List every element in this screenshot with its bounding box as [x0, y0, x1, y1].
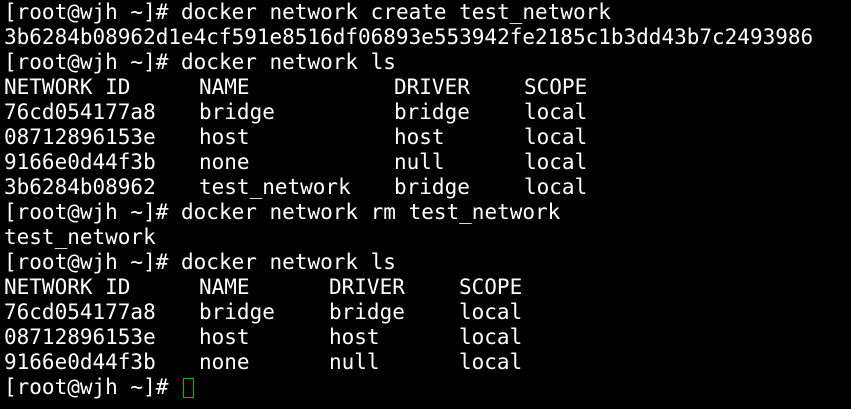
table-row: 3b6284b08962 test_network bridge local — [4, 175, 851, 200]
column-header-driver: DRIVER — [329, 275, 405, 299]
shell-prompt: [root@wjh ~]# — [4, 250, 182, 274]
output-removed-network: test_network — [4, 225, 156, 249]
command-line: [root@wjh ~]# docker network ls — [4, 50, 851, 75]
cell-name: bridge — [199, 100, 275, 124]
cell-network-id: 76cd054177a8 — [4, 300, 156, 324]
command-line: [root@wjh ~]# docker network ls — [4, 250, 851, 275]
cell-driver: bridge — [329, 300, 405, 324]
column-header-scope: SCOPE — [524, 75, 588, 99]
table-row: 9166e0d44f3b none null local — [4, 350, 851, 375]
active-command-line[interactable]: [root@wjh ~]# — [4, 375, 851, 400]
shell-prompt: [root@wjh ~]# — [4, 50, 182, 74]
cell-name: bridge — [199, 300, 275, 324]
command-text: docker network create test_network — [181, 0, 611, 24]
shell-prompt: [root@wjh ~]# — [4, 0, 182, 24]
column-header-name: NAME — [199, 275, 250, 299]
cell-scope: local — [524, 125, 588, 149]
column-header-network-id: NETWORK ID — [4, 75, 131, 99]
cell-name: host — [199, 125, 250, 149]
cell-driver: null — [394, 150, 445, 174]
cell-network-id: 76cd054177a8 — [4, 100, 156, 124]
column-header-name: NAME — [199, 75, 250, 99]
cell-scope: local — [524, 150, 588, 174]
cell-scope: local — [459, 300, 523, 324]
cell-name: none — [199, 350, 250, 374]
command-text: docker network ls — [181, 50, 396, 74]
table-row: 76cd054177a8 bridge bridge local — [4, 100, 851, 125]
command-text: docker network ls — [181, 250, 396, 274]
table-row: 08712896153e host host local — [4, 325, 851, 350]
column-header-driver: DRIVER — [394, 75, 470, 99]
cell-scope: local — [459, 325, 523, 349]
cell-scope: local — [459, 350, 523, 374]
column-header-network-id: NETWORK ID — [4, 275, 131, 299]
cell-driver: null — [329, 350, 380, 374]
cell-network-id: 9166e0d44f3b — [4, 150, 156, 174]
cell-name: test_network — [199, 175, 351, 199]
cell-name: host — [199, 325, 250, 349]
terminal-cursor[interactable] — [183, 378, 195, 398]
column-header-scope: SCOPE — [459, 275, 523, 299]
cell-driver: bridge — [394, 100, 470, 124]
cell-driver: host — [329, 325, 380, 349]
terminal-window[interactable]: [root@wjh ~]# docker network create test… — [0, 0, 851, 409]
cell-network-id: 9166e0d44f3b — [4, 350, 156, 374]
shell-prompt: [root@wjh ~]# — [4, 375, 182, 399]
table-header: NETWORK ID NAME DRIVER SCOPE — [4, 275, 851, 300]
table-row: 76cd054177a8 bridge bridge local — [4, 300, 851, 325]
table-header: NETWORK ID NAME DRIVER SCOPE — [4, 75, 851, 100]
cell-network-id: 3b6284b08962 — [4, 175, 156, 199]
command-line: [root@wjh ~]# docker network rm test_net… — [4, 200, 851, 225]
cell-scope: local — [524, 100, 588, 124]
table-row: 9166e0d44f3b none null local — [4, 150, 851, 175]
table-row: 08712896153e host host local — [4, 125, 851, 150]
command-text: docker network rm test_network — [181, 200, 561, 224]
command-line: [root@wjh ~]# docker network create test… — [4, 0, 851, 25]
shell-prompt: [root@wjh ~]# — [4, 200, 182, 224]
cell-scope: local — [524, 175, 588, 199]
cell-network-id: 08712896153e — [4, 125, 156, 149]
output-network-id: 3b6284b08962d1e4cf591e8516df06893e553942… — [4, 25, 814, 49]
cell-network-id: 08712896153e — [4, 325, 156, 349]
cell-driver: bridge — [394, 175, 470, 199]
cell-driver: host — [394, 125, 445, 149]
cell-name: none — [199, 150, 250, 174]
